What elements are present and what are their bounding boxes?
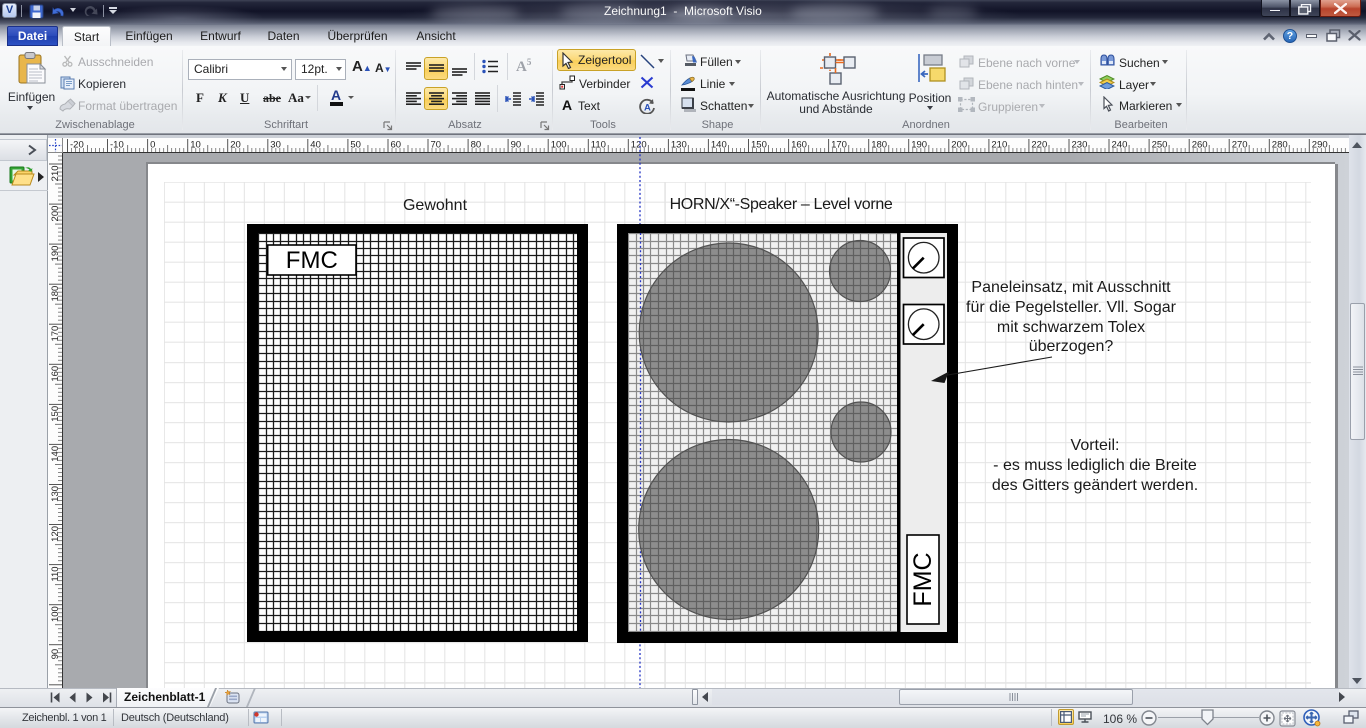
svg-text:90: 90 (50, 649, 61, 660)
svg-text:FMC: FMC (909, 552, 937, 606)
svg-text:110: 110 (591, 140, 606, 151)
svg-text:A: A (644, 103, 651, 114)
svg-text:FMC: FMC (286, 247, 338, 274)
svg-text:-20: -20 (70, 140, 84, 151)
svg-text:0: 0 (150, 140, 155, 151)
svg-text:-10: -10 (110, 140, 124, 151)
